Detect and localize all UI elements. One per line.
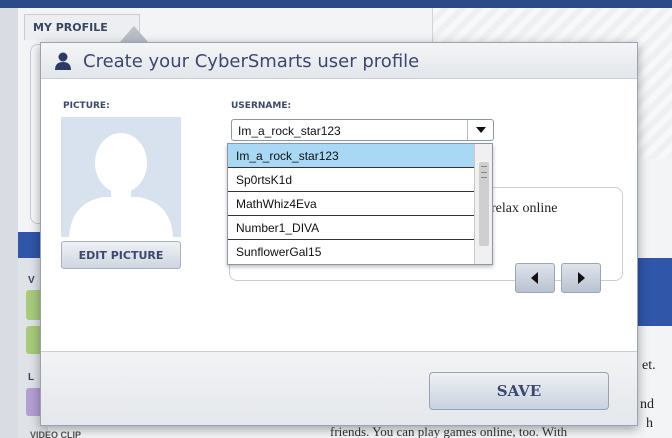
- avatar-placeholder: [61, 117, 181, 237]
- username-select[interactable]: Im_a_rock_star123: [231, 119, 494, 141]
- scroll-grip-icon: [481, 166, 487, 178]
- tab-label: MY PROFILE: [33, 21, 108, 34]
- background-paragraph: friends. You can play games online, too.…: [330, 424, 568, 438]
- top-bar: [0, 0, 672, 8]
- dropdown-scrollbar[interactable]: [474, 144, 492, 264]
- username-option[interactable]: SunflowerGal15: [228, 240, 474, 264]
- video-clip-label: VIDEO CLIP: [30, 430, 82, 438]
- info-card-text: relax online: [491, 201, 558, 216]
- chevron-left-icon: [531, 272, 538, 284]
- chevron-down-icon: [475, 127, 486, 133]
- username-option[interactable]: Sp0rtsK1d: [228, 168, 474, 192]
- username-option[interactable]: MathWhiz4Eva: [228, 192, 474, 216]
- background-text: h: [646, 416, 653, 431]
- chevron-right-icon: [578, 272, 585, 284]
- username-select-value: Im_a_rock_star123: [238, 124, 341, 138]
- background-text: nd: [640, 397, 654, 412]
- dropdown-arrow[interactable]: [467, 120, 493, 140]
- section-letter: L: [28, 372, 35, 383]
- username-option[interactable]: Im_a_rock_star123: [228, 144, 474, 168]
- username-dropdown-list: Im_a_rock_star123 Sp0rtsK1d MathWhiz4Eva…: [227, 143, 493, 265]
- blue-panel-right: [636, 258, 672, 326]
- edit-picture-button[interactable]: EDIT PICTURE: [61, 241, 181, 269]
- user-icon: [55, 52, 71, 70]
- save-button[interactable]: SAVE: [429, 372, 609, 410]
- username-label: USERNAME:: [231, 101, 292, 111]
- carousel-prev-button[interactable]: [515, 263, 555, 293]
- dialog-footer: SAVE: [41, 351, 637, 425]
- create-profile-dialog: Create your CyberSmarts user profile PIC…: [40, 42, 638, 426]
- section-letter: V: [28, 275, 35, 286]
- scrollbar-thumb[interactable]: [479, 162, 489, 246]
- dialog-header: Create your CyberSmarts user profile: [41, 43, 637, 79]
- background-text: et.: [642, 358, 656, 373]
- modal-pointer: [120, 26, 148, 42]
- dialog-title: Create your CyberSmarts user profile: [83, 51, 420, 72]
- username-option[interactable]: Number1_DIVA: [228, 216, 474, 240]
- carousel-next-button[interactable]: [561, 263, 601, 293]
- picture-label: PICTURE:: [63, 101, 110, 111]
- avatar-silhouette-icon: [61, 117, 181, 237]
